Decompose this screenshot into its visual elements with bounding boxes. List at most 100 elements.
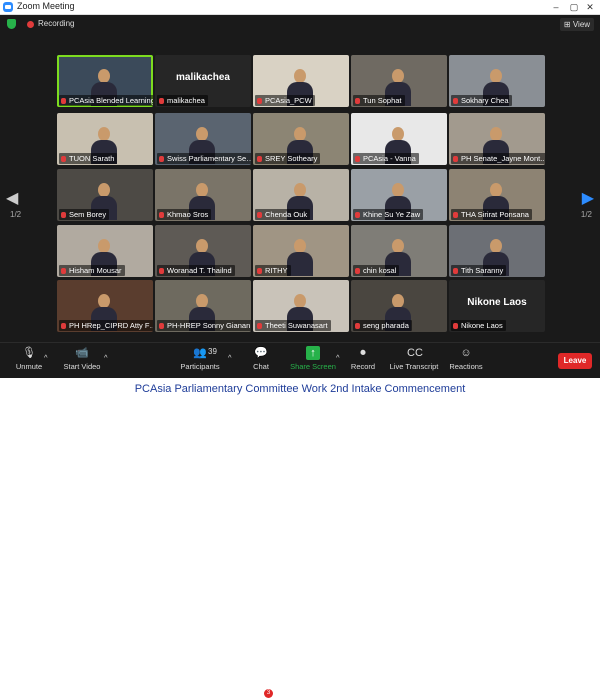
- participant-head: [294, 69, 306, 83]
- participant-name-label: TUON Sarath: [59, 153, 118, 164]
- video-tile[interactable]: Nikone Laos Nikone Laos: [449, 280, 545, 332]
- participant-head: [196, 183, 208, 197]
- microphone-muted-icon: 🎙: [22, 347, 36, 359]
- participant-name-label: malikachea: [157, 95, 208, 106]
- muted-microphone-icon: [257, 156, 262, 162]
- reactions-button[interactable]: ☺ Reactions: [448, 346, 484, 371]
- video-tile[interactable]: seng pharada: [351, 280, 447, 332]
- participant-name-label: SREY Sotheary: [255, 153, 321, 164]
- participant-head: [98, 69, 110, 83]
- video-tile[interactable]: Khine Su Ye Zaw: [351, 169, 447, 221]
- previous-page-arrow-icon[interactable]: ◀: [6, 188, 18, 208]
- video-tile[interactable]: Sem Borey: [57, 169, 153, 221]
- muted-microphone-icon: [159, 156, 164, 162]
- video-tile[interactable]: Tith Saranny: [449, 225, 545, 277]
- recording-label: Recording: [38, 19, 75, 28]
- participant-name-label: Woranad T. Thailnd: [157, 265, 235, 276]
- participant-name-label: PCAsia Blended Learning: [59, 95, 153, 106]
- participant-head: [392, 183, 404, 197]
- participant-head: [294, 127, 306, 141]
- chat-button[interactable]: 💬 Chat: [246, 346, 276, 371]
- participant-name-label: PH-HREP Sonny Gianan: [157, 320, 251, 331]
- next-page-arrow-icon[interactable]: ▶: [582, 188, 594, 208]
- video-tile[interactable]: PH Senate_Jayne Mont...: [449, 113, 545, 165]
- video-tile[interactable]: PH-HREP Sonny Gianan: [155, 280, 251, 332]
- video-tile[interactable]: Hisham Mousar: [57, 225, 153, 277]
- participant-name-label: Hisham Mousar: [59, 265, 125, 276]
- participant-head: [294, 294, 306, 308]
- participant-name-label: Nikone Laos: [451, 320, 506, 331]
- video-tile[interactable]: TUON Sarath: [57, 113, 153, 165]
- live-transcript-button[interactable]: CC Live Transcript: [388, 346, 440, 371]
- participant-name-label: PCAsia - Vanna: [353, 153, 419, 164]
- muted-microphone-icon: [355, 98, 360, 104]
- muted-microphone-icon: [453, 323, 458, 329]
- video-tile[interactable]: PCAsia_PCW: [253, 55, 349, 107]
- muted-microphone-icon: [257, 98, 262, 104]
- participant-name-label: THA Sirirat Ponsana: [451, 209, 532, 220]
- muted-microphone-icon: [61, 212, 66, 218]
- muted-microphone-icon: [159, 212, 164, 218]
- recording-dot-icon: [27, 21, 34, 28]
- minimize-icon[interactable]: –: [548, 0, 564, 14]
- maximize-icon[interactable]: ▢: [566, 0, 582, 14]
- reactions-emoji-icon: ☺: [460, 347, 472, 359]
- video-tile[interactable]: SREY Sotheary: [253, 113, 349, 165]
- muted-microphone-icon: [453, 268, 458, 274]
- share-screen-button[interactable]: ↑ Share Screen: [290, 346, 336, 371]
- previous-page-indicator: 1/2: [10, 210, 22, 219]
- muted-microphone-icon: [355, 212, 360, 218]
- video-tile[interactable]: Swiss Parliamentary Service...: [155, 113, 251, 165]
- participant-name-label: Chenda Ouk: [255, 209, 311, 220]
- video-tile[interactable]: PCAsia Blended Learning: [57, 55, 153, 107]
- view-button[interactable]: ⊞ View: [560, 18, 594, 31]
- audio-options-chevron-icon[interactable]: ^: [44, 353, 48, 362]
- start-video-button[interactable]: 📹 Start Video: [60, 346, 104, 371]
- participant-name-label: PH Senate_Jayne Mont...: [451, 153, 545, 164]
- participants-icon: 👥: [193, 347, 207, 359]
- participant-head: [392, 239, 404, 253]
- share-options-chevron-icon[interactable]: ^: [336, 353, 340, 362]
- muted-microphone-icon: [159, 98, 164, 104]
- muted-microphone-icon: [355, 323, 360, 329]
- participant-name-label: Tun Sophat: [353, 95, 405, 106]
- video-tile[interactable]: malikachea malikachea: [155, 55, 251, 107]
- video-off-icon: 📹: [75, 347, 89, 359]
- participant-display-name: malikachea: [176, 72, 230, 83]
- meeting-stage: Recording ⊞ View ◀ 1/2 ▶ 1/2 PCAsia Blen…: [0, 15, 600, 342]
- participant-head: [490, 69, 502, 83]
- participant-head: [490, 183, 502, 197]
- video-tile[interactable]: Woranad T. Thailnd: [155, 225, 251, 277]
- muted-microphone-icon: [355, 268, 360, 274]
- participant-body: [287, 252, 313, 276]
- participant-head: [98, 294, 110, 308]
- video-tile[interactable]: Khmao Sros: [155, 169, 251, 221]
- video-options-chevron-icon[interactable]: ^: [104, 353, 108, 362]
- muted-microphone-icon: [453, 98, 458, 104]
- participants-options-chevron-icon[interactable]: ^: [228, 353, 232, 362]
- participant-video-silhouette: [287, 239, 313, 276]
- leave-button[interactable]: Leave: [558, 353, 592, 369]
- record-button[interactable]: ⏺ Record: [348, 346, 378, 371]
- video-tile[interactable]: Sokhary Chea: [449, 55, 545, 107]
- participant-name-label: Theeti Suwanasart: [255, 320, 331, 331]
- participant-head: [196, 294, 208, 308]
- video-tile[interactable]: THA Sirirat Ponsana: [449, 169, 545, 221]
- muted-microphone-icon: [61, 268, 66, 274]
- close-icon[interactable]: ✕: [582, 0, 598, 14]
- video-tile[interactable]: RITHY: [253, 225, 349, 277]
- participant-name-label: Khmao Sros: [157, 209, 212, 220]
- video-tile[interactable]: chin kosal: [351, 225, 447, 277]
- video-tile[interactable]: PCAsia - Vanna: [351, 113, 447, 165]
- video-tile[interactable]: Theeti Suwanasart: [253, 280, 349, 332]
- video-tile[interactable]: Tun Sophat: [351, 55, 447, 107]
- muted-microphone-icon: [453, 212, 458, 218]
- video-tile[interactable]: Chenda Ouk: [253, 169, 349, 221]
- security-shield-icon[interactable]: [7, 19, 16, 29]
- muted-microphone-icon: [61, 323, 66, 329]
- unmute-button[interactable]: 🎙 Unmute: [12, 346, 46, 371]
- muted-microphone-icon: [257, 323, 262, 329]
- participant-name-label: seng pharada: [353, 320, 412, 331]
- video-tile[interactable]: PH HRep_CIPRD Atty Fr...: [57, 280, 153, 332]
- participant-head: [294, 183, 306, 197]
